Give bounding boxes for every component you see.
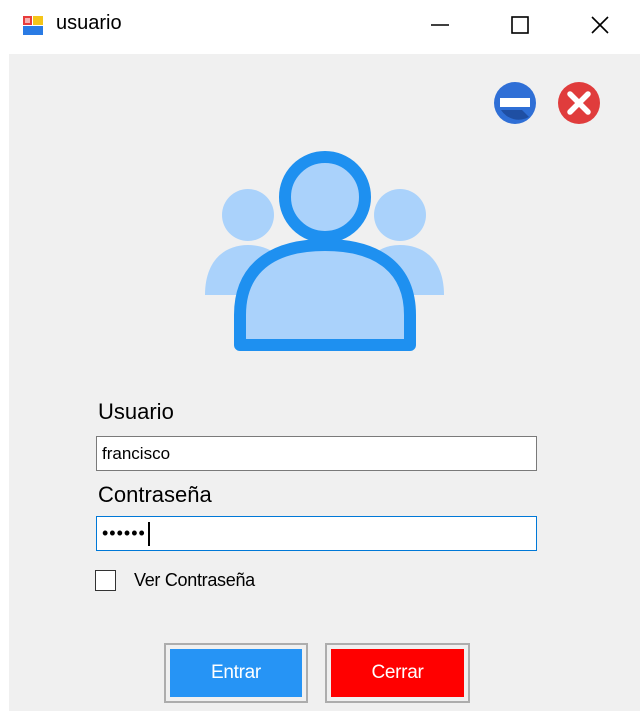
close-circle-icon[interactable] [556, 80, 602, 126]
username-value: francisco [102, 443, 171, 463]
show-password-label[interactable]: Ver Contraseña [134, 570, 255, 591]
minimize-icon [431, 24, 449, 26]
enter-button[interactable]: Entrar [170, 649, 302, 697]
password-value: •••••• [102, 523, 146, 543]
close-button-frame: Cerrar [325, 643, 470, 703]
window-title: usuario [56, 12, 122, 34]
close-button[interactable]: Cerrar [331, 649, 464, 697]
maximize-icon [511, 16, 529, 34]
password-input[interactable]: •••••• [96, 516, 537, 551]
window-maximize-button[interactable] [480, 0, 560, 50]
password-label: Contraseña [98, 482, 212, 507]
close-icon [591, 16, 609, 34]
username-input[interactable]: francisco [96, 436, 537, 471]
title-bar: usuario [0, 0, 640, 54]
minimize-circle-icon[interactable] [492, 80, 538, 126]
window-close-button[interactable] [560, 0, 640, 50]
show-password-checkbox[interactable] [95, 570, 116, 591]
window-minimize-button[interactable] [400, 0, 480, 50]
users-group-icon [205, 151, 444, 351]
username-label: Usuario [98, 399, 174, 424]
app-icon [23, 16, 43, 35]
text-caret [147, 521, 150, 546]
enter-button-frame: Entrar [164, 643, 308, 703]
